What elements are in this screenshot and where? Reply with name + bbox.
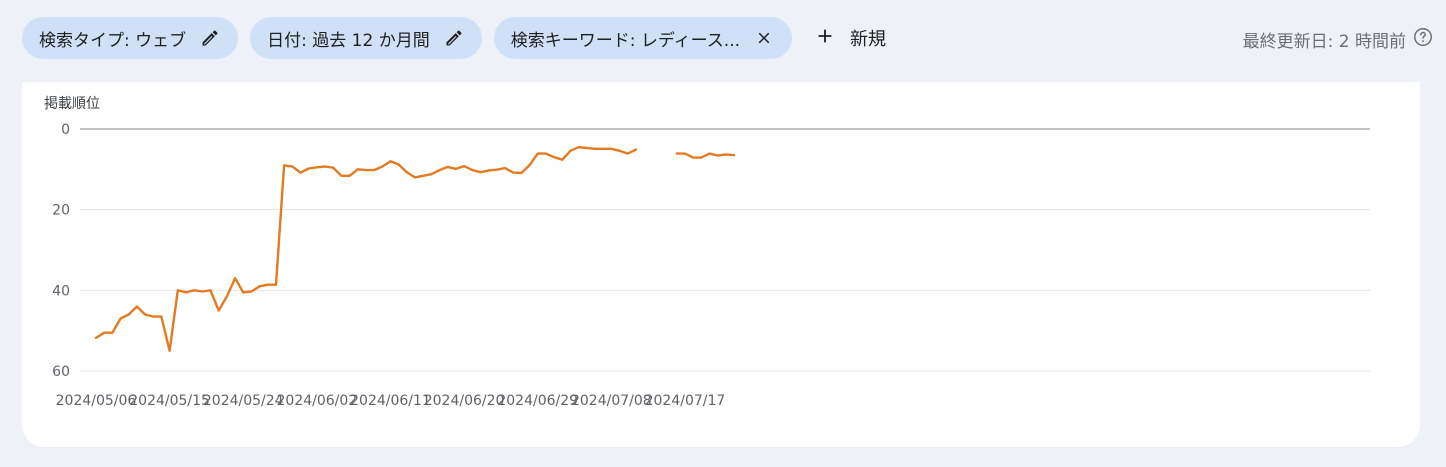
search-type-label: 検索タイプ: ウェブ	[39, 30, 187, 51]
date-label: 日付: 過去 12 か月間	[267, 30, 430, 51]
x-tick-label: 2024/05/06	[56, 393, 137, 409]
y-tick-label: 0	[61, 122, 70, 138]
new-filter-label: 新規	[850, 29, 887, 50]
y-tick-label: 40	[52, 283, 70, 299]
x-tick-label: 2024/06/02	[277, 393, 358, 409]
position-chart: 掲載順位 0 20 40 60 2024/05/062024/05/152024/05…	[44, 96, 1370, 409]
x-tick-label: 2024/07/17	[645, 393, 726, 409]
y-tick-label: 60	[52, 364, 70, 380]
x-tick-label: 2024/06/29	[497, 393, 578, 409]
series-line	[94, 146, 736, 352]
y-tick-label: 20	[52, 203, 70, 219]
y-axis-title: 掲載順位	[44, 96, 100, 112]
x-tick-label: 2024/05/24	[203, 393, 284, 409]
close-icon[interactable]	[754, 28, 774, 48]
x-tick-label: 2024/06/11	[350, 393, 431, 409]
series	[94, 146, 736, 352]
query-label: 検索キーワード: レディース...	[510, 30, 741, 51]
pencil-icon[interactable]	[200, 28, 220, 48]
query-chip[interactable]: 検索キーワード: レディース...	[493, 17, 793, 59]
y-ticks: 0 20 40 60	[52, 122, 70, 380]
last-updated: 最終更新日: 2 時間前	[1243, 26, 1434, 53]
date-chip[interactable]: 日付: 過去 12 か月間	[250, 17, 482, 59]
filter-bar: 検索タイプ: ウェブ 日付: 過去 12 か月間 検索キーワード: レディース.…	[22, 16, 896, 60]
last-updated-text: 最終更新日: 2 時間前	[1242, 32, 1406, 52]
new-filter-button[interactable]: 新規	[804, 17, 896, 59]
x-tick-label: 2024/07/08	[571, 393, 652, 409]
x-tick-label: 2024/05/15	[129, 393, 210, 409]
pencil-icon[interactable]	[444, 28, 464, 48]
x-ticks: 2024/05/062024/05/152024/05/242024/06/02…	[56, 393, 726, 409]
chart-card: 掲載順位 0 20 40 60 2024/05/06 2024/05/15 2024/05…	[22, 82, 1420, 447]
plus-icon	[814, 25, 836, 52]
grid	[80, 128, 1370, 372]
help-circle-icon[interactable]	[1412, 26, 1434, 53]
x-tick-label: 2024/06/20	[424, 393, 505, 409]
search-type-chip[interactable]: 検索タイプ: ウェブ	[22, 17, 239, 59]
